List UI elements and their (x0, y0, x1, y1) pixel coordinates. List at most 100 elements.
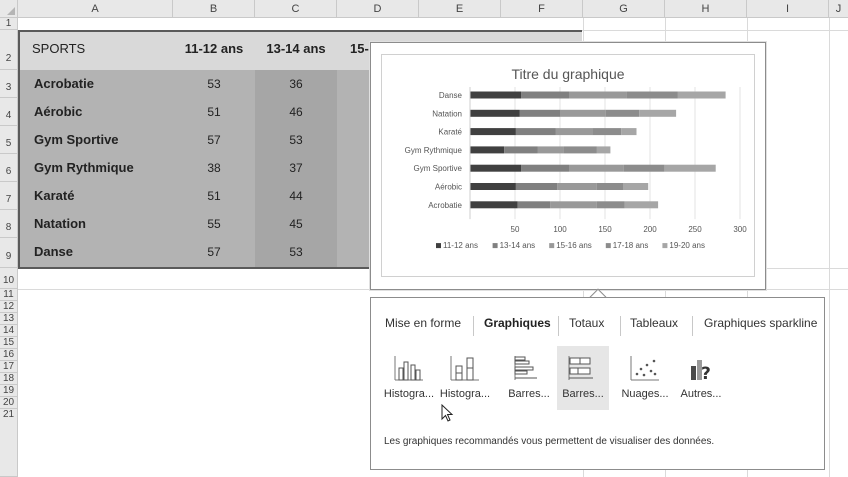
mouse-cursor-icon (441, 404, 454, 422)
row-header-12[interactable]: 12 (0, 301, 18, 313)
row-header-19[interactable]: 19 (0, 385, 18, 397)
row-header-17[interactable]: 17 (0, 361, 18, 373)
bar-segment (621, 128, 637, 136)
row-header-11[interactable]: 11 (0, 289, 18, 301)
more-charts-icon: ? (691, 360, 711, 382)
bar-segment (470, 164, 522, 172)
x-tick-label: 150 (598, 225, 612, 234)
legend-swatch (605, 243, 611, 249)
chart-option-stacked-bar[interactable]: Barres... (557, 346, 609, 410)
row-header-9[interactable]: 9 (0, 238, 18, 268)
bar-segment (537, 146, 564, 154)
row-header-8[interactable]: 8 (0, 210, 18, 238)
row-header-21[interactable]: 21 (0, 409, 18, 477)
legend-label: 17-18 ans (613, 241, 649, 250)
row-header-3[interactable]: 3 (0, 70, 18, 98)
header-cell-sports[interactable]: SPORTS (20, 32, 173, 70)
tab-graphiques-sparkline[interactable]: Graphiques sparkline (704, 316, 817, 330)
legend-label: 15-16 ans (556, 241, 592, 250)
header-cell-13-14[interactable]: 13-14 ans (255, 32, 337, 70)
x-tick-label: 250 (688, 225, 702, 234)
value-cell[interactable]: 36 (255, 70, 337, 98)
chart-option-label: Nuages... (621, 388, 669, 400)
column-header-e[interactable]: E (419, 0, 501, 18)
value-cell[interactable]: 53 (173, 70, 255, 98)
sport-name-cell[interactable]: Gym Rythmique (20, 154, 173, 182)
value-cell[interactable]: 53 (255, 238, 337, 267)
row-header-10[interactable]: 10 (0, 268, 18, 289)
bar-segment (626, 91, 678, 99)
sport-name-cell[interactable]: Karaté (20, 182, 173, 210)
x-tick-label: 300 (733, 225, 747, 234)
value-cell[interactable]: 37 (255, 154, 337, 182)
column-header-j[interactable]: J (829, 0, 848, 18)
column-header-h[interactable]: H (665, 0, 747, 18)
bar-segment (623, 183, 649, 190)
value-cell[interactable]: 57 (173, 126, 255, 154)
value-cell[interactable]: 38 (173, 154, 255, 182)
value-cell[interactable]: 44 (255, 182, 337, 210)
tab-tableaux[interactable]: Tableaux (630, 316, 678, 330)
column-header-c[interactable]: C (255, 0, 337, 18)
bar-segment (470, 128, 516, 136)
chart-option-scatter[interactable]: Nuages... (619, 346, 671, 410)
column-header-i[interactable]: I (747, 0, 829, 18)
legend-label: 19-20 ans (669, 241, 705, 250)
row-header-14[interactable]: 14 (0, 325, 18, 337)
sport-name-cell[interactable]: Danse (20, 238, 173, 267)
row-header-18[interactable]: 18 (0, 373, 18, 385)
bar-segment (639, 109, 677, 117)
bar-segment (470, 91, 522, 99)
row-header-13[interactable]: 13 (0, 313, 18, 325)
row-header-6[interactable]: 6 (0, 154, 18, 182)
row-header-2[interactable]: 2 (0, 30, 18, 70)
bar-segment (470, 183, 516, 190)
row-header-5[interactable]: 5 (0, 126, 18, 154)
chart-option-more[interactable]: ? Autres... (675, 346, 727, 410)
row-header-16[interactable]: 16 (0, 349, 18, 361)
column-header-b[interactable]: B (173, 0, 255, 18)
row-header-4[interactable]: 4 (0, 98, 18, 126)
stacked-column-icon (450, 356, 479, 381)
value-cell[interactable]: 53 (255, 126, 337, 154)
column-header-d[interactable]: D (337, 0, 419, 18)
bar-segment (677, 91, 726, 99)
bar-segment (521, 91, 569, 99)
tab-mise-en-forme[interactable]: Mise en forme (385, 316, 461, 330)
chart-area: Titre du graphique 50 100 150 200 250 300 Danse… (381, 54, 755, 277)
row-header-15[interactable]: 15 (0, 337, 18, 349)
chart-title: Titre du graphique (511, 66, 624, 82)
value-cell[interactable]: 57 (173, 238, 255, 267)
tab-separator (558, 316, 559, 336)
bar-segment (515, 128, 556, 136)
row-header-1[interactable]: 1 (0, 18, 18, 30)
bar-segment (569, 164, 624, 172)
chart-option-stacked-column[interactable]: Histogra... (439, 346, 491, 410)
column-header-a[interactable]: A (18, 0, 173, 18)
chart-option-clustered-bar[interactable]: Barres... (503, 346, 555, 410)
tab-totaux[interactable]: Totaux (569, 316, 604, 330)
row-header-7[interactable]: 7 (0, 182, 18, 210)
column-header-g[interactable]: G (583, 0, 665, 18)
quick-analysis-tabs: Mise en forme Graphiques Totaux Tableaux… (371, 316, 824, 336)
select-all-corner[interactable] (0, 0, 18, 18)
header-cell-11-12[interactable]: 11-12 ans (173, 32, 255, 70)
sport-name-cell[interactable]: Gym Sportive (20, 126, 173, 154)
x-tick-label: 200 (643, 225, 657, 234)
value-cell[interactable]: 51 (173, 98, 255, 126)
bar-segment (560, 109, 606, 117)
value-cell[interactable]: 45 (255, 210, 337, 238)
bar-segment (563, 146, 597, 154)
chart-option-clustered-column[interactable]: Histogra... (383, 346, 435, 410)
value-cell[interactable]: 51 (173, 182, 255, 210)
value-cell[interactable]: 55 (173, 210, 255, 238)
tab-graphiques[interactable]: Graphiques (484, 316, 551, 330)
column-header-f[interactable]: F (501, 0, 583, 18)
legend-label: 13-14 ans (500, 241, 536, 250)
sport-name-cell[interactable]: Acrobatie (20, 70, 173, 98)
value-cell[interactable]: 46 (255, 98, 337, 126)
sport-name-cell[interactable]: Natation (20, 210, 173, 238)
row-header-20[interactable]: 20 (0, 397, 18, 409)
sport-name-cell[interactable]: Aérobic (20, 98, 173, 126)
bar-segment (519, 109, 560, 117)
